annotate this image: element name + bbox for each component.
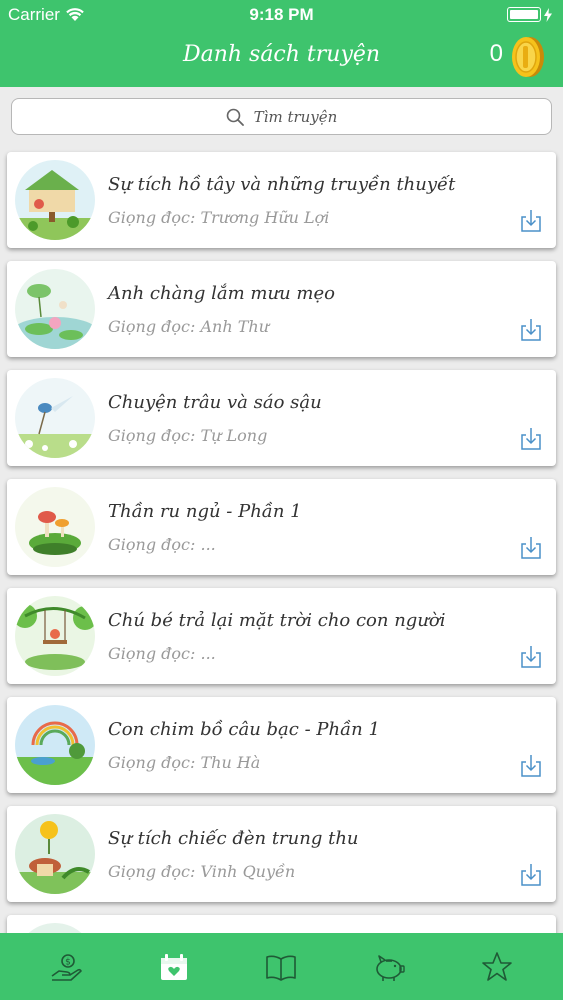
svg-text:$: $: [65, 957, 71, 967]
search-input[interactable]: Tìm truyện: [11, 98, 552, 135]
book-icon: [266, 955, 297, 981]
story-reader: Giọng đọc: Thu Hà: [108, 753, 261, 772]
story-reader: Giọng đọc: Trương Hữu Lợi: [108, 208, 330, 227]
tab-library[interactable]: [251, 937, 311, 997]
gift-calendar-icon: [160, 953, 187, 980]
story-title: Chuyện trâu và sáo sậu: [108, 392, 322, 413]
story-thumbnail: [15, 378, 95, 458]
charging-bolt-icon: [544, 7, 552, 22]
download-icon[interactable]: [520, 536, 542, 560]
story-card[interactable]: Anh chàng lắm mưu mẹo Giọng đọc: Anh Thư: [7, 261, 556, 357]
donate-hand-icon: $: [51, 953, 82, 981]
tab-donate[interactable]: $: [36, 937, 96, 997]
download-icon[interactable]: [520, 318, 542, 342]
coin-count: 0: [489, 40, 503, 67]
download-icon[interactable]: [520, 754, 542, 778]
story-thumbnail: [15, 160, 95, 240]
story-reader: Giọng đọc: ...: [108, 644, 216, 663]
tab-piggy-bank[interactable]: [359, 937, 419, 997]
story-reader: Giọng đọc: Tự Long: [108, 426, 268, 445]
search-icon: [226, 108, 244, 126]
app-header: Carrier 9:18 PM Danh sách truyện 0: [0, 0, 563, 87]
page-title: Danh sách truyện: [182, 42, 381, 67]
download-icon[interactable]: [520, 209, 542, 233]
story-thumbnail: [15, 705, 95, 785]
story-title: Sự tích chiếc đèn trung thu: [108, 828, 359, 849]
story-card[interactable]: Chú bé trả lại mặt trời cho con người Gi…: [7, 588, 556, 684]
search-placeholder: Tìm truyện: [253, 107, 338, 126]
story-thumbnail: [15, 269, 95, 349]
story-card[interactable]: Con chim bồ câu bạc - Phần 1 Giọng đọc: …: [7, 697, 556, 793]
status-time: 9:18 PM: [249, 5, 314, 24]
story-title: Thần ru ngủ - Phần 1: [108, 501, 302, 522]
status-bar: Carrier 9:18 PM: [0, 0, 563, 30]
story-reader: Giọng đọc: Vinh Quyền: [108, 862, 296, 881]
piggy-bank-icon: [376, 954, 405, 981]
story-thumbnail: [15, 487, 95, 567]
story-reader: Giọng đọc: ...: [108, 535, 216, 554]
battery-icon: [507, 7, 541, 22]
story-card[interactable]: Sự tích hồ tây và những truyền thuyết Gi…: [7, 152, 556, 248]
coin-icon[interactable]: [511, 36, 545, 78]
story-title: Sự tích hồ tây và những truyền thuyết: [108, 174, 456, 195]
story-title: Anh chàng lắm mưu mẹo: [108, 283, 335, 304]
story-thumbnail: [15, 814, 95, 894]
tab-favorites[interactable]: [467, 937, 527, 997]
navigation-bar: Danh sách truyện 0: [0, 30, 563, 87]
search-section: Tìm truyện: [0, 87, 563, 149]
tab-bar: $: [0, 933, 563, 1000]
download-icon[interactable]: [520, 863, 542, 887]
story-thumbnail: [15, 596, 95, 676]
story-card[interactable]: Sự tích chiếc đèn trung thu Giọng đọc: V…: [7, 806, 556, 902]
tab-stories[interactable]: [144, 937, 204, 997]
story-title: Con chim bồ câu bạc - Phần 1: [108, 719, 380, 740]
story-title: Chú bé trả lại mặt trời cho con người: [108, 610, 446, 631]
download-icon[interactable]: [520, 645, 542, 669]
story-card[interactable]: Thần ru ngủ - Phần 1 Giọng đọc: ...: [7, 479, 556, 575]
battery-indicator: [507, 7, 553, 22]
story-card[interactable]: Chuyện trâu và sáo sậu Giọng đọc: Tự Lon…: [7, 370, 556, 466]
story-reader: Giọng đọc: Anh Thư: [108, 317, 270, 336]
download-icon[interactable]: [520, 427, 542, 451]
star-icon: [482, 951, 512, 981]
